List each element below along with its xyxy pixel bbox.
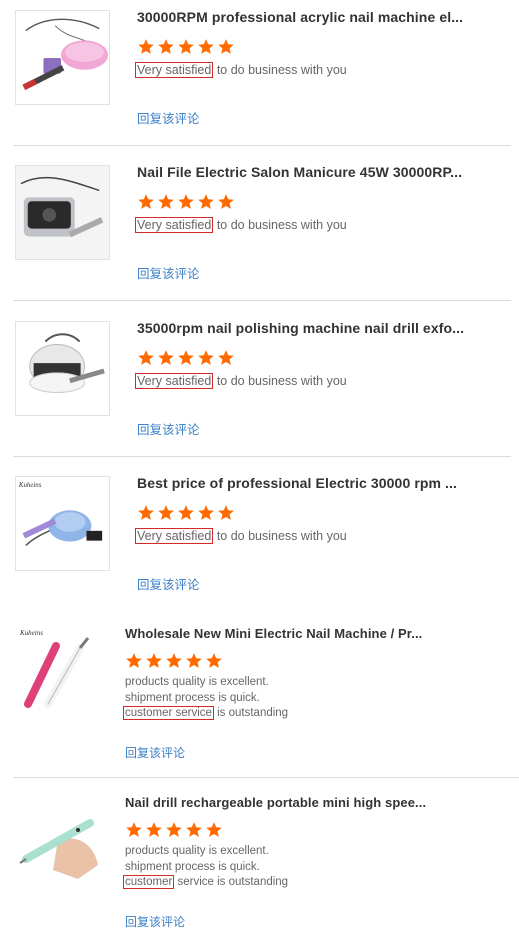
product-title[interactable]: Wholesale New Mini Electric Nail Machine… [125, 626, 422, 641]
rating-stars [137, 193, 235, 211]
highlighted-phrase: customer [123, 875, 175, 889]
rating-stars [125, 821, 223, 839]
divider [13, 456, 511, 457]
product-thumbnail[interactable] [18, 795, 102, 879]
highlighted-phrase: customer service [123, 706, 214, 720]
reply-link[interactable]: 回复该评论 [125, 744, 185, 761]
star-icon [138, 350, 154, 365]
star-icon [138, 505, 154, 520]
star-icon [186, 653, 202, 668]
nail-machine-image [22, 18, 109, 90]
product-thumbnail[interactable] [15, 165, 110, 260]
star-icon [218, 505, 234, 520]
rating-stars [137, 38, 235, 56]
star-icon [178, 350, 194, 365]
highlighted-phrase: Very satisfied [135, 373, 214, 389]
reply-link[interactable]: 回复该评论 [137, 263, 200, 282]
review-comment: Very satisfied to do business with you [135, 373, 347, 389]
star-icon [146, 822, 162, 837]
comment-line: shipment process is quick. [125, 860, 260, 873]
review-comment: products quality is excellent. shipment … [123, 675, 289, 722]
star-icon [158, 350, 174, 365]
divider [13, 777, 519, 778]
reply-link[interactable]: 回复该评论 [125, 913, 185, 930]
star-icon [178, 505, 194, 520]
product-thumbnail[interactable]: Kuheins [18, 626, 102, 710]
comment-text: is outstanding [213, 707, 289, 719]
star-icon [218, 350, 234, 365]
star-icon [138, 39, 154, 54]
reply-link[interactable]: 回复该评论 [137, 574, 200, 593]
highlighted-phrase: Very satisfied [135, 62, 214, 78]
comment-line: products quality is excellent. [125, 676, 269, 688]
star-icon [206, 822, 222, 837]
star-icon [198, 505, 214, 520]
rating-stars [137, 349, 235, 367]
star-icon [138, 194, 154, 209]
divider [13, 300, 511, 301]
star-icon [218, 194, 234, 209]
review-comment: products quality is excellent. shipment … [123, 844, 289, 891]
star-icon [166, 822, 182, 837]
star-icon [198, 194, 214, 209]
star-icon [126, 822, 142, 837]
comment-text: to do business with you [213, 63, 347, 77]
nail-machine-image [29, 333, 105, 393]
svg-text:Kuheins: Kuheins [19, 629, 43, 637]
product-title[interactable]: 30000RPM professional acrylic nail machi… [137, 9, 463, 25]
highlighted-phrase: Very satisfied [135, 528, 214, 544]
comment-line: customer service is outstanding [123, 706, 289, 722]
star-icon [206, 653, 222, 668]
review-comment: Very satisfied to do business with you [135, 528, 347, 544]
product-title[interactable]: Best price of professional Electric 3000… [137, 475, 457, 491]
nail-pen-image: Kuheins [19, 629, 90, 708]
star-icon [158, 194, 174, 209]
highlighted-phrase: Very satisfied [135, 217, 214, 233]
star-icon [146, 653, 162, 668]
svg-text:Kuheins: Kuheins [18, 482, 42, 489]
rating-stars [137, 504, 235, 522]
comment-line: shipment process is quick. [125, 691, 260, 704]
star-icon [158, 505, 174, 520]
review-comment: Very satisfied to do business with you [135, 217, 347, 233]
nail-machine-image [16, 166, 109, 259]
product-thumbnail[interactable]: Kuheins [15, 476, 110, 571]
comment-line: customer service is outstanding [123, 875, 289, 891]
product-title[interactable]: 35000rpm nail polishing machine nail dri… [137, 320, 464, 336]
product-title[interactable]: Nail drill rechargeable portable mini hi… [125, 795, 426, 810]
star-icon [178, 39, 194, 54]
comment-text: to do business with you [213, 218, 347, 232]
product-thumbnail[interactable] [15, 321, 110, 416]
comment-text: service is outstanding [174, 876, 289, 888]
star-icon [158, 39, 174, 54]
reply-link[interactable]: 回复该评论 [137, 419, 200, 438]
divider [13, 145, 511, 146]
star-icon [198, 350, 214, 365]
star-icon [166, 653, 182, 668]
comment-text: to do business with you [213, 374, 347, 388]
nail-machine-image: Kuheins [18, 482, 103, 547]
star-icon [186, 822, 202, 837]
star-icon [198, 39, 214, 54]
review-comment: Very satisfied to do business with you [135, 62, 347, 78]
star-icon [126, 653, 142, 668]
product-thumbnail[interactable] [15, 10, 110, 105]
star-icon [178, 194, 194, 209]
nail-pen-image [19, 819, 98, 879]
comment-text: to do business with you [213, 529, 347, 543]
product-title[interactable]: Nail File Electric Salon Manicure 45W 30… [137, 164, 462, 180]
star-icon [218, 39, 234, 54]
rating-stars [125, 652, 223, 670]
comment-line: products quality is excellent. [125, 845, 269, 857]
reply-link[interactable]: 回复该评论 [137, 108, 200, 127]
